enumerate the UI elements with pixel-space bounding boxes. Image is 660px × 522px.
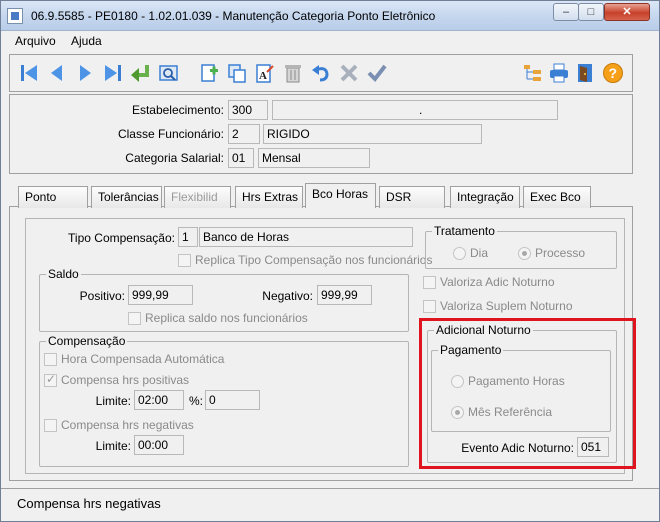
last-record-icon[interactable]	[100, 60, 126, 86]
status-text: Compensa hrs negativas	[17, 496, 161, 511]
estabelecimento-desc-field: .	[272, 100, 558, 120]
first-record-icon[interactable]	[16, 60, 42, 86]
next-record-icon[interactable]	[72, 60, 98, 86]
tratamento-dia-radio[interactable]: Dia	[453, 246, 488, 260]
replica-saldo-checkbox[interactable]: Replica saldo nos funcionários	[128, 311, 308, 325]
compensa-neg-checkbox[interactable]: Compensa hrs negativas	[44, 418, 194, 432]
limite-neg-field[interactable]: 00:00	[134, 435, 184, 455]
classe-code-field[interactable]: 2	[228, 124, 260, 144]
valoriza-adic-label: Valoriza Adic Noturno	[440, 275, 555, 289]
tipo-compensacao-code-field[interactable]: 1	[178, 227, 198, 247]
limite-pos-label: Limite:	[95, 394, 131, 408]
minimize-button[interactable]: –	[553, 3, 579, 21]
categoria-code-field[interactable]: 01	[228, 148, 254, 168]
app-icon	[7, 8, 23, 24]
tipo-compensacao-desc-field: Banco de Horas	[199, 227, 413, 247]
window-title: 06.9.5585 - PE0180 - 1.02.01.039 - Manut…	[31, 9, 436, 23]
compensacao-title: Compensação	[46, 334, 128, 348]
estabelecimento-code-field[interactable]: 300	[228, 100, 268, 120]
tab-dsr[interactable]: DSR	[379, 186, 445, 208]
tratamento-processo-label: Processo	[535, 246, 586, 260]
valoriza-suplem-checkbox[interactable]: Valoriza Suplem Noturno	[423, 299, 573, 313]
svg-text:?: ?	[609, 65, 618, 81]
negativo-label: Negativo:	[262, 289, 313, 303]
tratamento-dia-label: Dia	[470, 246, 489, 260]
undo-icon[interactable]	[308, 60, 334, 86]
status-bar: Compensa hrs negativas	[1, 488, 659, 521]
search-icon[interactable]	[156, 60, 182, 86]
tree-icon[interactable]	[520, 60, 546, 86]
tipo-compensacao-label: Tipo Compensação:	[68, 231, 175, 245]
classe-label: Classe Funcionário:	[117, 127, 224, 141]
copy-record-icon[interactable]	[224, 60, 250, 86]
positivo-label: Positivo:	[79, 289, 125, 303]
compensa-neg-label: Compensa hrs negativas	[61, 418, 194, 432]
goto-record-icon[interactable]	[128, 60, 154, 86]
tab-exec-bco[interactable]: Exec Bco	[523, 186, 591, 208]
exit-icon[interactable]	[572, 60, 598, 86]
valoriza-adic-checkbox[interactable]: Valoriza Adic Noturno	[423, 275, 555, 289]
replica-saldo-label: Replica saldo nos funcionários	[145, 311, 308, 325]
negativo-field[interactable]: 999,99	[317, 285, 372, 305]
delete-record-icon[interactable]	[280, 60, 306, 86]
maximize-button[interactable]: □	[578, 3, 604, 21]
saldo-title: Saldo	[46, 267, 81, 281]
tab-hrs-extras[interactable]: Hrs Extras	[235, 186, 303, 208]
limite-pos-field[interactable]: 02:00	[134, 390, 184, 410]
save-icon[interactable]	[364, 60, 390, 86]
edit-record-icon[interactable]: A	[252, 60, 278, 86]
tab-integracao[interactable]: Integração	[450, 186, 520, 208]
menu-ajuda[interactable]: Ajuda	[71, 34, 102, 48]
pagamento-horas-radio[interactable]: Pagamento Horas	[451, 374, 565, 388]
app-window: 06.9.5585 - PE0180 - 1.02.01.039 - Manut…	[0, 0, 660, 522]
new-record-icon[interactable]	[196, 60, 222, 86]
hora-auto-label: Hora Compensada Automática	[61, 352, 225, 366]
valoriza-suplem-label: Valoriza Suplem Noturno	[440, 299, 573, 313]
compensa-pos-label: Compensa hrs positivas	[61, 373, 190, 387]
print-icon[interactable]	[546, 60, 572, 86]
replica-tipo-checkbox[interactable]: Replica Tipo Compensação nos funcionário…	[178, 253, 432, 267]
categoria-label: Categoria Salarial:	[125, 151, 224, 165]
header-panel: Estabelecimento: 300 . Classe Funcionári…	[9, 94, 633, 174]
categoria-desc-field: Mensal	[258, 148, 370, 168]
menu-arquivo[interactable]: Arquivo	[15, 34, 56, 48]
pct-label: %:	[188, 394, 203, 408]
mes-referencia-label: Mês Referência	[468, 405, 553, 419]
hora-auto-checkbox[interactable]: Hora Compensada Automática	[44, 352, 224, 366]
svg-text:A: A	[259, 70, 267, 82]
pagamento-horas-label: Pagamento Horas	[468, 374, 565, 388]
tratamento-processo-radio[interactable]: Processo	[518, 246, 585, 260]
tab-bco-horas[interactable]: Bco Horas	[305, 183, 376, 208]
tab-tolerancias[interactable]: Tolerâncias	[91, 186, 162, 208]
evento-adic-noturno-label: Evento Adic Noturno:	[461, 441, 574, 455]
classe-desc-field: RIGIDO	[263, 124, 482, 144]
compensa-pos-checkbox[interactable]: Compensa hrs positivas	[44, 372, 190, 387]
pct-field[interactable]: 0	[205, 390, 260, 410]
title-bar[interactable]: 06.9.5585 - PE0180 - 1.02.01.039 - Manut…	[1, 1, 659, 31]
tab-ponto[interactable]: Ponto	[18, 186, 88, 208]
replica-tipo-label: Replica Tipo Compensação nos funcionário…	[195, 253, 433, 267]
limite-neg-label: Limite:	[95, 439, 131, 453]
help-icon[interactable]: ?	[600, 60, 626, 86]
toolbar: A ?	[9, 54, 633, 92]
tab-flexibilid[interactable]: Flexibilid	[164, 186, 231, 208]
close-button[interactable]: ✕	[604, 3, 650, 21]
menu-bar: Arquivo Ajuda	[1, 31, 659, 51]
tratamento-title: Tratamento	[432, 224, 497, 238]
cancel-icon[interactable]	[336, 60, 362, 86]
pagamento-group: Pagamento	[431, 343, 611, 432]
positivo-field[interactable]: 999,99	[128, 285, 193, 305]
adicional-noturno-title: Adicional Noturno	[434, 323, 533, 337]
pagamento-title: Pagamento	[438, 343, 504, 357]
estabelecimento-label: Estabelecimento:	[131, 103, 224, 117]
previous-record-icon[interactable]	[44, 60, 70, 86]
evento-adic-noturno-field[interactable]: 051	[577, 437, 609, 457]
mes-referencia-radio[interactable]: Mês Referência	[451, 405, 552, 419]
